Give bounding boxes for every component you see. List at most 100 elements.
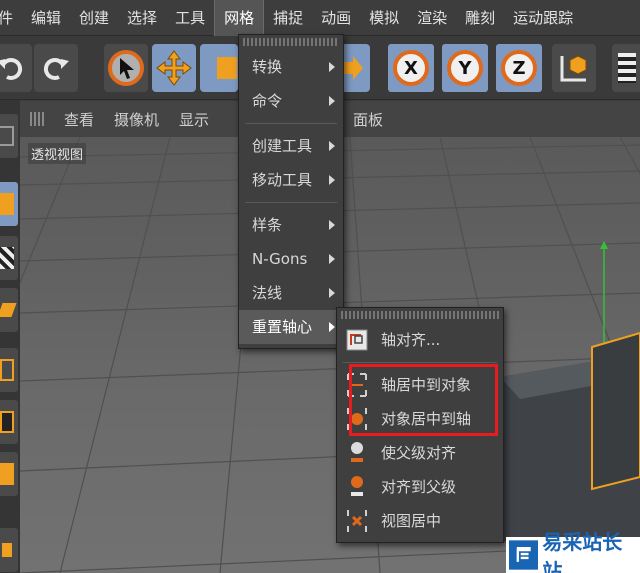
palette-button-8[interactable] <box>0 528 18 572</box>
submenu-arrow-icon <box>329 175 335 185</box>
cursor-select-icon <box>108 50 144 86</box>
submenu-item-align-to-parent[interactable]: 对齐到父级 <box>337 470 503 504</box>
misc-tool-icon <box>2 543 12 557</box>
menu-motion-tracking[interactable]: 运动跟踪 <box>504 0 582 36</box>
menu-item-label: N-Gons <box>252 250 308 268</box>
menu-item-spline[interactable]: 样条 <box>239 208 343 242</box>
workplane-icon <box>0 303 17 317</box>
menu-mesh[interactable]: 网格 <box>214 0 265 36</box>
polygons-mode-icon <box>0 463 14 485</box>
menu-animate[interactable]: 动画 <box>312 0 360 36</box>
palette-button-1[interactable] <box>0 114 18 158</box>
menu-item-convert[interactable]: 转换 <box>239 50 343 84</box>
wireframe-cube-icon <box>0 126 14 146</box>
submenu-item-view-center[interactable]: 视图居中 <box>337 504 503 538</box>
left-palette <box>0 100 20 573</box>
drag-grip-icon[interactable] <box>30 112 46 126</box>
menu-separator <box>343 362 497 363</box>
submenu-item-label: 轴对齐... <box>381 331 441 349</box>
scale-tool-button[interactable] <box>200 44 238 92</box>
submenu-arrow-icon <box>329 62 335 72</box>
submenu-item-label: 对齐到父级 <box>381 478 457 496</box>
select-tool-button[interactable] <box>104 44 148 92</box>
menu-select[interactable]: 选择 <box>118 0 166 36</box>
menu-item-move-tools[interactable]: 移动工具 <box>239 163 343 197</box>
model-mode-icon <box>0 193 14 215</box>
palette-button-5[interactable] <box>0 348 18 392</box>
menu-item-commands[interactable]: 命令 <box>239 84 343 118</box>
move-tool-button[interactable] <box>152 44 196 92</box>
menu-item-ngons[interactable]: N-Gons <box>239 242 343 276</box>
redo-icon <box>43 57 69 80</box>
submenu-arrow-icon <box>329 288 335 298</box>
render-view-button[interactable] <box>612 44 640 92</box>
menu-sculpt[interactable]: 雕刻 <box>456 0 504 36</box>
menu-tools[interactable]: 工具 <box>166 0 214 36</box>
menu-item-label: 转换 <box>252 58 283 76</box>
rotate-tool-button[interactable] <box>340 44 370 92</box>
view-menu-cameras[interactable]: 摄像机 <box>104 109 169 130</box>
x-axis-icon: X <box>393 50 429 86</box>
view-menu-panel[interactable]: 面板 <box>343 109 393 130</box>
y-axis-icon: Y <box>447 50 483 86</box>
palette-button-4[interactable] <box>0 288 18 332</box>
points-mode-icon <box>0 359 14 381</box>
view-menu-view[interactable]: 查看 <box>54 109 104 130</box>
parent-align-icon <box>351 442 363 462</box>
watermark-text: 易采站长站 <box>542 530 623 573</box>
axis-align-icon <box>346 329 368 351</box>
palette-button-6[interactable] <box>0 400 18 444</box>
menu-tearoff-grip[interactable] <box>341 311 499 319</box>
menubar: 件 编辑 创建 选择 工具 网格 捕捉 动画 模拟 渲染 雕刻 运动跟踪 <box>0 0 640 36</box>
undo-icon <box>0 57 23 80</box>
submenu-item-label: 使父级对齐 <box>381 444 457 462</box>
site-logo-icon <box>509 540 539 570</box>
z-axis-icon: Z <box>501 50 537 86</box>
submenu-item-axis-align[interactable]: 轴对齐... <box>337 323 503 357</box>
menu-tearoff-grip[interactable] <box>243 38 339 46</box>
submenu-arrow-icon <box>329 141 335 151</box>
clapper-icon <box>618 53 636 83</box>
menu-item-label: 创建工具 <box>252 137 313 155</box>
redo-button[interactable] <box>34 44 78 92</box>
align-to-parent-icon <box>351 476 363 496</box>
menu-render[interactable]: 渲染 <box>408 0 456 36</box>
view-menu-display[interactable]: 显示 <box>169 109 219 130</box>
menu-file[interactable]: 件 <box>0 0 22 36</box>
palette-button-7[interactable] <box>0 452 18 496</box>
menu-snap[interactable]: 捕捉 <box>264 0 312 36</box>
palette-button-3[interactable] <box>0 236 18 280</box>
mesh-dropdown-menu: 转换 命令 创建工具 移动工具 样条 N-Gons 法线 重置轴心 <box>238 34 344 349</box>
menu-item-normals[interactable]: 法线 <box>239 276 343 310</box>
menu-item-label: 法线 <box>252 284 283 302</box>
menu-simulate[interactable]: 模拟 <box>360 0 408 36</box>
submenu-arrow-icon <box>329 220 335 230</box>
menu-item-label: 移动工具 <box>252 171 313 189</box>
submenu-arrow-icon <box>329 96 335 106</box>
edges-mode-icon <box>0 411 14 433</box>
scale-cube-icon <box>217 57 237 79</box>
palette-button-2[interactable] <box>0 182 18 226</box>
watermark: 易采站长站 <box>506 530 640 573</box>
highlight-annotation-box <box>349 364 498 436</box>
menu-separator <box>245 123 337 124</box>
submenu-item-parent-align[interactable]: 使父级对齐 <box>337 436 503 470</box>
undo-button[interactable] <box>0 44 32 92</box>
submenu-item-label: 视图居中 <box>381 512 442 530</box>
rotate-arrows-icon <box>343 56 363 80</box>
submenu-arrow-icon <box>329 254 335 264</box>
move-arrows-icon <box>156 50 192 86</box>
menu-item-create-tools[interactable]: 创建工具 <box>239 129 343 163</box>
coordinate-system-icon <box>560 55 587 82</box>
cube-object <box>500 331 640 557</box>
menu-separator <box>245 202 337 203</box>
menu-item-label: 重置轴心 <box>252 318 313 336</box>
menu-item-label: 样条 <box>252 216 283 234</box>
menu-edit[interactable]: 编辑 <box>22 0 70 36</box>
menu-item-reset-axis[interactable]: 重置轴心 <box>239 310 343 344</box>
menu-item-label: 命令 <box>252 92 283 110</box>
menu-create[interactable]: 创建 <box>70 0 118 36</box>
texture-mode-icon <box>0 247 14 269</box>
view-center-icon <box>347 510 367 532</box>
coordinate-system-button[interactable] <box>552 44 596 92</box>
